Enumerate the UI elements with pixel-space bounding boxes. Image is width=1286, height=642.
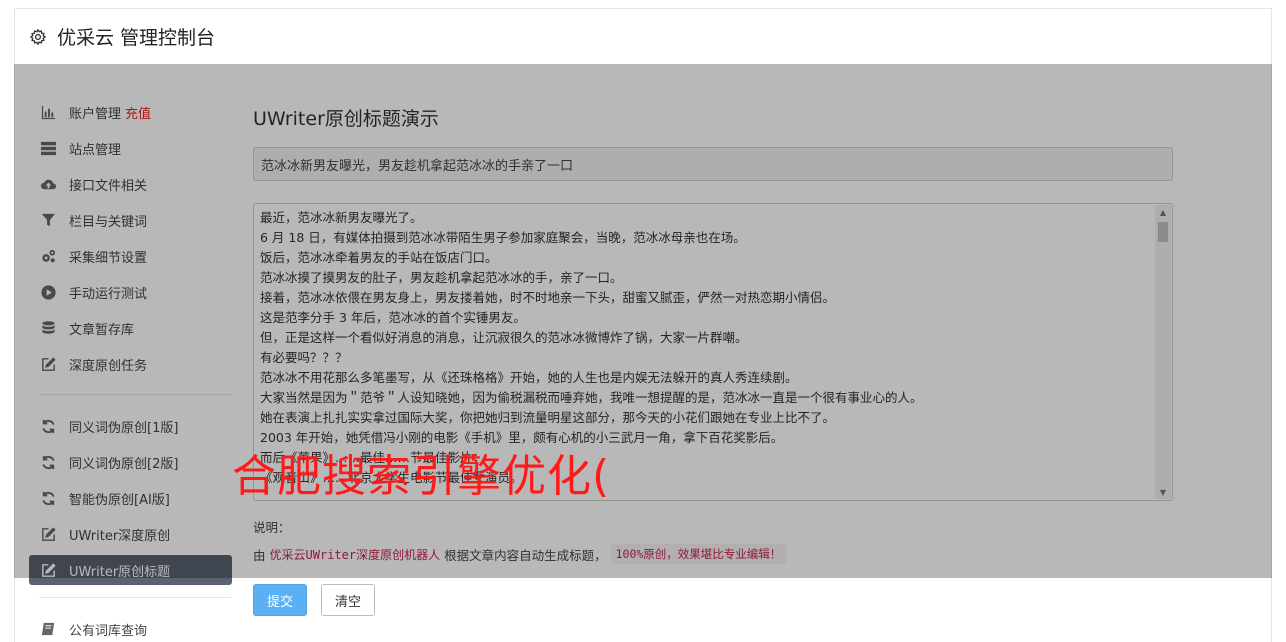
sidebar-item-label: 公有词库查询 <box>69 623 148 639</box>
sidebar-item-label: 账户管理 <box>69 106 122 122</box>
article-line: 最近，范冰冰新男友曝光了。 <box>260 210 423 225</box>
sidebar-item-3[interactable]: 接口文件相关 <box>29 166 232 202</box>
article-line: 范冰冰不用花那么多笔墨写，从《还珠格格》开始，她的人生也是内娱无法躲开的真人秀连… <box>260 370 798 385</box>
article-line: 这是范李分手 3 年后，范冰冰的首个实锤男友。 <box>260 310 526 325</box>
cogs-icon <box>40 248 69 265</box>
note-middle: 根据文章内容自动生成标题， <box>444 547 607 563</box>
article-line: 而后《苹果》……最佳……节最佳影片； <box>260 450 486 465</box>
gear-icon <box>29 28 47 45</box>
sidebar-item-label: 深度原创任务 <box>69 358 148 374</box>
database-icon <box>40 320 69 337</box>
sidebar-item-7[interactable]: 文章暂存库 <box>29 310 232 346</box>
article-line: 接着，范冰冰依偎在男友身上，男友搂着她，时不时地亲一下头，甜蜜又腻歪，俨然一对热… <box>260 290 836 305</box>
note-description: 由 优采云UWriter深度原创机器人 根据文章内容自动生成标题， 100%原创… <box>253 544 1193 564</box>
scroll-up-arrow-icon[interactable]: ▲ <box>1155 205 1171 219</box>
server-icon <box>40 140 69 157</box>
clear-button[interactable]: 清空 <box>321 584 375 616</box>
article-line: 大家当然是因为＂范爷＂人设知晓她，因为偷税漏税而唾弃她，我唯一想提醒的是，范冰冰… <box>260 390 923 405</box>
play-circle-icon <box>40 284 69 301</box>
sidebar-item-12[interactable]: UWriter深度原创 <box>29 516 232 552</box>
book-icon <box>40 621 69 638</box>
sidebar-item-6[interactable]: 手动运行测试 <box>29 274 232 310</box>
sidebar-divider <box>39 597 231 598</box>
recharge-link[interactable]: 充值 <box>125 103 151 122</box>
sidebar-item-label: 采集细节设置 <box>69 250 148 266</box>
sidebar-item-label: UWriter原创标题 <box>69 564 171 580</box>
main-area: UWriter原创标题演示 范冰冰新男友曝光，男友趁机拿起范冰冰的手亲了一口 最… <box>253 104 1193 616</box>
sidebar-item-1[interactable]: 账户管理 充值 <box>29 94 232 130</box>
sidebar-item-label: 文章暂存库 <box>69 322 135 338</box>
cloud-upload-icon <box>40 176 69 193</box>
sidebar-item-label: 接口文件相关 <box>69 178 148 194</box>
sidebar-item-label: 栏目与关键词 <box>69 214 148 230</box>
note-prefix: 由 <box>253 547 266 563</box>
filter-icon <box>40 212 69 229</box>
article-line: 6 月 18 日，有媒体拍摄到范冰冰带陌生男子参加家庭聚会，当晚，范冰冰母亲也在… <box>260 230 746 245</box>
scroll-thumb[interactable] <box>1158 222 1168 242</box>
article-textarea[interactable]: 最近，范冰冰新男友曝光了。 6 月 18 日，有媒体拍摄到范冰冰带陌生男子参加家庭… <box>253 203 1173 501</box>
sidebar-item-label: 站点管理 <box>69 142 122 158</box>
original-badge: 100%原创，效果堪比专业编辑！ <box>610 544 787 564</box>
article-line: 范冰冰摸了摸男友的肚子，男友趁机拿起范冰冰的手，亲了一口。 <box>260 270 623 285</box>
title-output-field[interactable]: 范冰冰新男友曝光，男友趁机拿起范冰冰的手亲了一口 <box>253 147 1173 181</box>
textarea-scrollbar[interactable]: ▲ ▼ <box>1155 205 1171 499</box>
submit-button[interactable]: 提交 <box>253 584 307 616</box>
sidebar-item-9[interactable]: 同义词伪原创[1版] <box>29 408 232 444</box>
sidebar-item-11[interactable]: 智能伪原创[AI版] <box>29 480 232 516</box>
sidebar-item-4[interactable]: 栏目与关键词 <box>29 202 232 238</box>
note-label: 说明： <box>253 520 291 535</box>
app-title: 优采云 管理控制台 <box>57 27 216 49</box>
article-line: 她在表演上扎扎实实拿过国际大奖，你把她归到流量明星这部分，那今天的小花们跟她在专… <box>260 410 836 425</box>
page-title: UWriter原创标题演示 <box>253 108 439 130</box>
refresh-icon <box>40 418 69 435</box>
sidebar-divider <box>39 394 231 395</box>
sidebar-item-2[interactable]: 站点管理 <box>29 130 232 166</box>
sidebar-item-14[interactable]: 公有词库查询 <box>29 611 232 642</box>
edit-icon <box>40 562 69 579</box>
sidebar-item-label: 智能伪原创[AI版] <box>69 492 170 508</box>
article-line: 但，正是这样一个看似好消息的消息，让沉寂很久的范冰冰微博炸了锅，大家一片群嘲。 <box>260 330 748 345</box>
sidebar-item-5[interactable]: 采集细节设置 <box>29 238 232 274</box>
edit-icon <box>40 526 69 543</box>
bar-chart-icon <box>40 104 69 121</box>
article-text: 最近，范冰冰新男友曝光了。 6 月 18 日，有媒体拍摄到范冰冰带陌生男子参加家庭… <box>254 204 1172 488</box>
uwriter-robot-link[interactable]: 优采云UWriter深度原创机器人 <box>270 546 441 563</box>
sidebar-item-8[interactable]: 深度原创任务 <box>29 346 232 382</box>
sidebar-item-label: 同义词伪原创[2版] <box>69 456 179 472</box>
action-buttons: 提交 清空 <box>253 584 1193 616</box>
sidebar-item-13[interactable]: UWriter原创标题 <box>29 555 232 585</box>
article-line: 有必要吗？？？ <box>260 350 348 365</box>
sidebar-item-label: 手动运行测试 <box>69 286 148 302</box>
scroll-down-arrow-icon[interactable]: ▼ <box>1155 485 1171 499</box>
sidebar-item-label: UWriter深度原创 <box>69 528 171 544</box>
sidebar: 账户管理 充值站点管理接口文件相关 栏目与关键词 采集细节设置 手动运行测试 文章暂存库深… <box>29 94 232 642</box>
content-panel: 账户管理 充值站点管理接口文件相关 栏目与关键词 采集细节设置 手动运行测试 文章暂存库深… <box>14 64 1272 642</box>
sidebar-item-10[interactable]: 同义词伪原创[2版] <box>29 444 232 480</box>
refresh-icon <box>40 490 69 507</box>
article-line: 饭后，范冰冰牵着男友的手站在饭店门口。 <box>260 250 498 265</box>
top-header: 优采云 管理控制台 <box>14 8 1272 64</box>
refresh-icon <box>40 454 69 471</box>
article-line: 《观音山》……北京大学生电影节最佳女演员。 <box>260 470 523 485</box>
sidebar-item-label: 同义词伪原创[1版] <box>69 420 179 436</box>
article-line: 2003 年开始，她凭借冯小刚的电影《手机》里，颇有心机的小三武月一角，拿下百花… <box>260 430 784 445</box>
edit-icon <box>40 356 69 373</box>
